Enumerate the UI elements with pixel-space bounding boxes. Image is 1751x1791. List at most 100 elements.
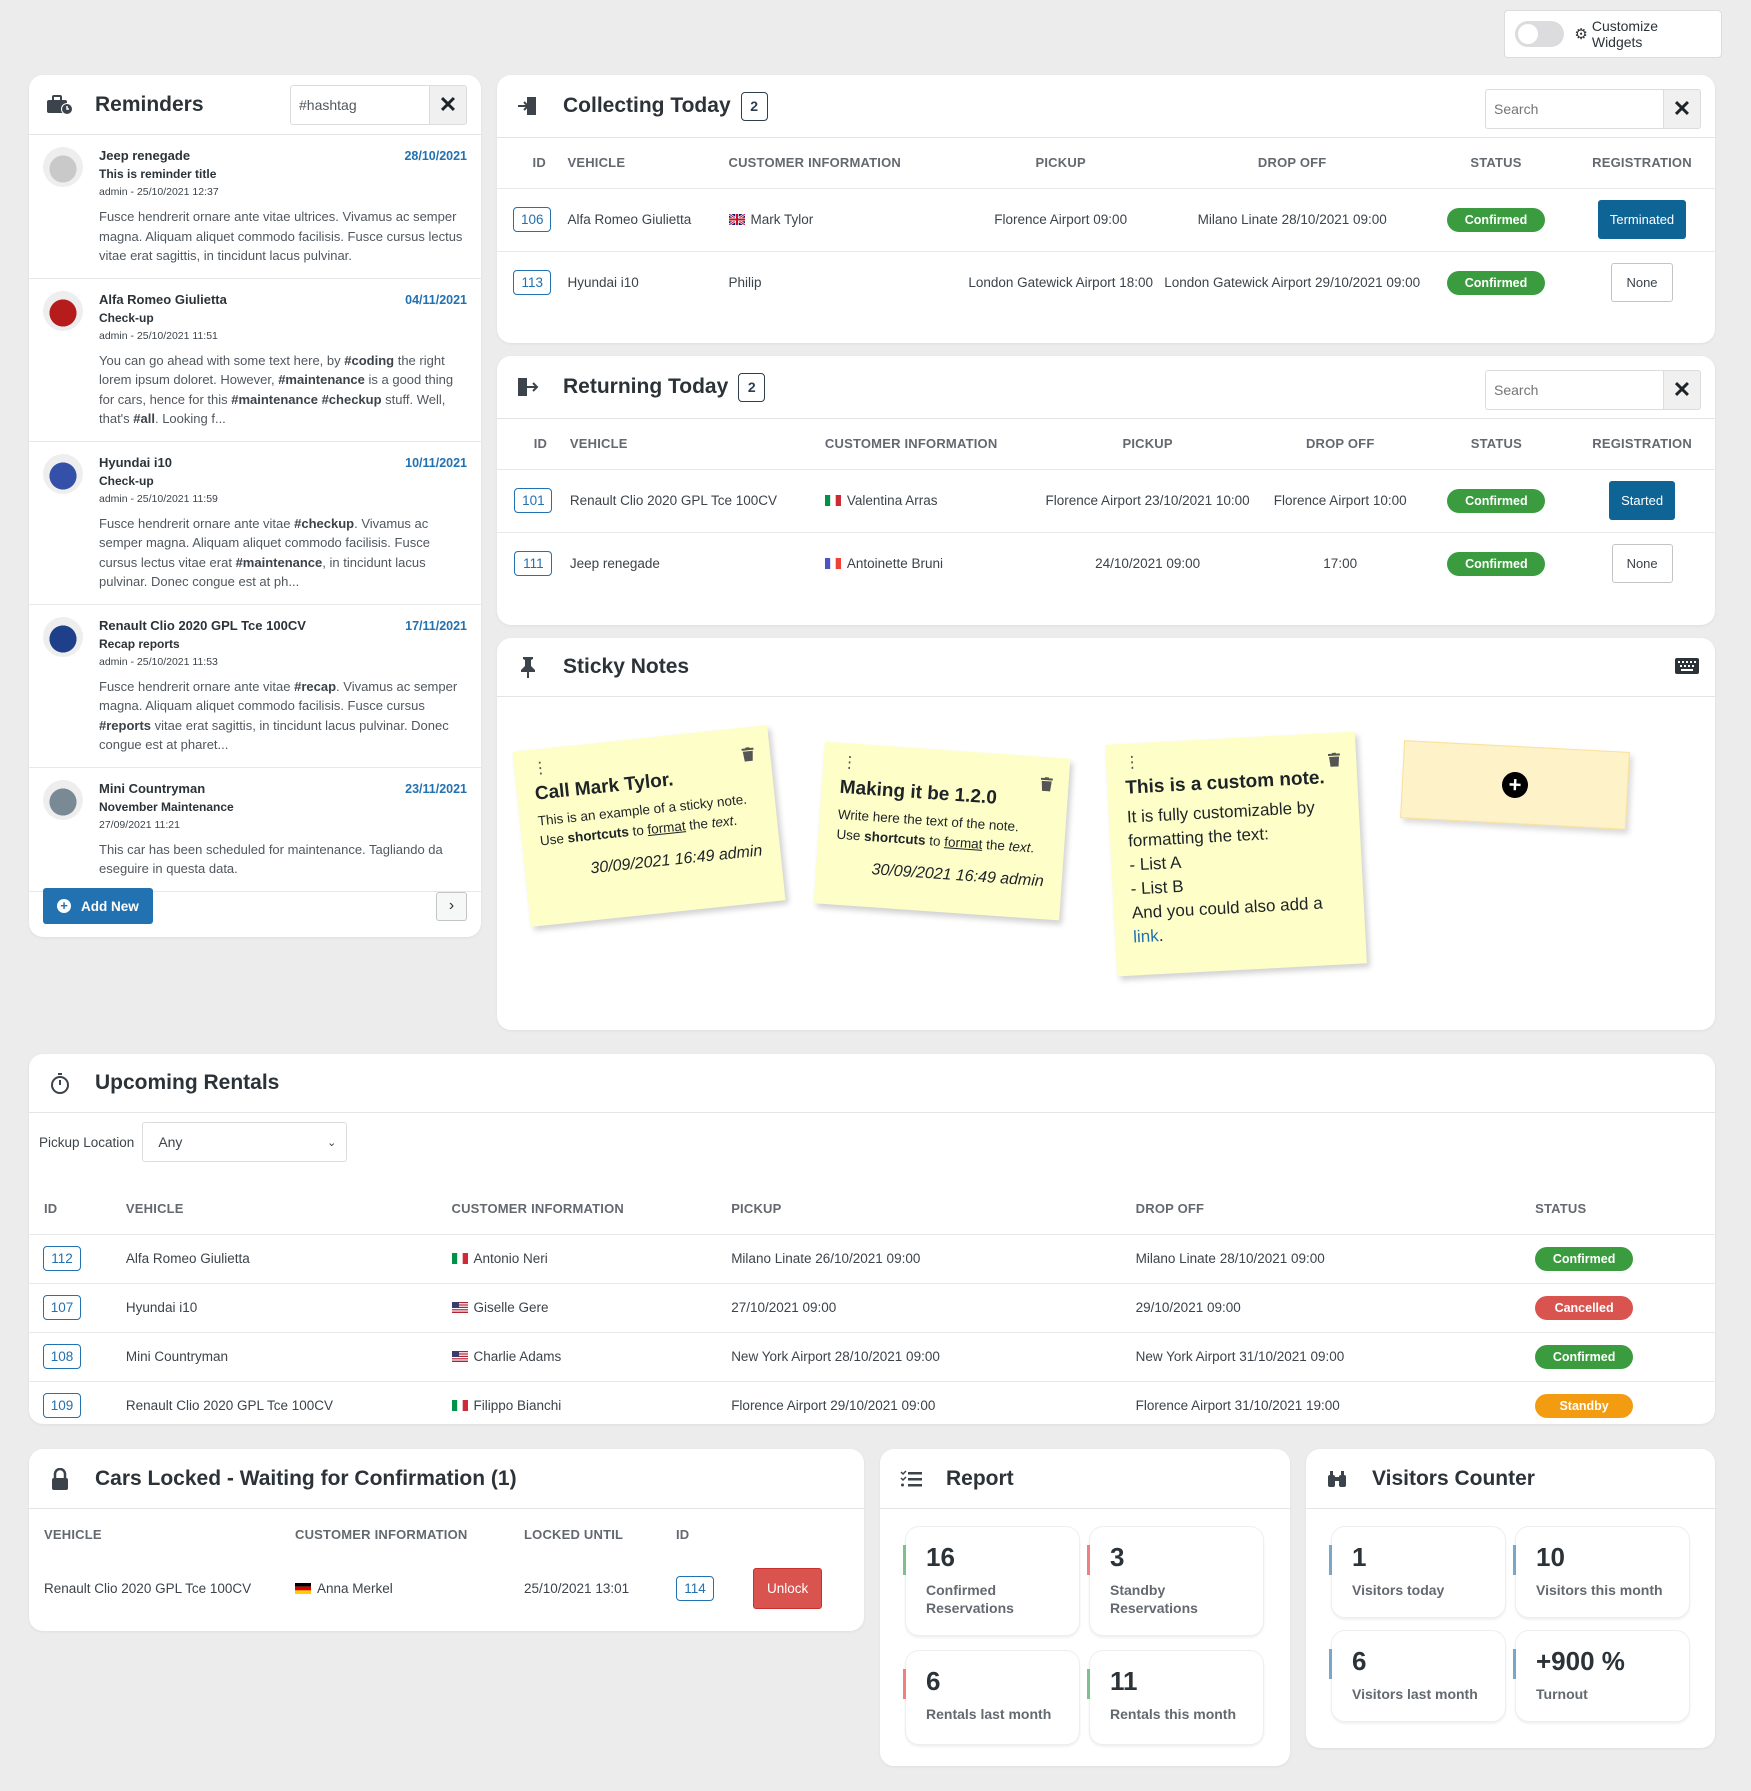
vehicle-avatar — [43, 147, 83, 187]
column-header: PICKUP — [731, 1184, 1136, 1235]
reminder-text: This car has been scheduled for maintena… — [99, 841, 443, 877]
drag-handle-icon[interactable]: ⋮ — [1124, 749, 1338, 772]
table-row[interactable]: 112 Alfa Romeo Giulietta Antonio Neri Milan… — [29, 1234, 1715, 1284]
trash-icon[interactable] — [1327, 752, 1341, 767]
plus-circle-icon: + — [57, 899, 71, 913]
add-new-button[interactable]: + Add New — [43, 888, 153, 924]
vehicle-cell: Hyundai i10 — [567, 275, 639, 291]
customize-widgets-label[interactable]: Customize Widgets — [1592, 18, 1711, 50]
stat-card: 6 Visitors last month — [1329, 1630, 1506, 1722]
reminder-meta: admin - 25/10/2021 11:51 — [99, 329, 218, 342]
table-row[interactable]: 106 Alfa Romeo Giulietta Mark Tylor Florenc… — [497, 188, 1715, 252]
stat-card: 1 Visitors today — [1329, 1526, 1506, 1618]
table-row[interactable]: Renault Clio 2020 GPL Tce 100CV Anna Merk… — [29, 1559, 864, 1617]
report-header: Report — [880, 1449, 1290, 1509]
stat-card: 6 Rentals last month — [903, 1650, 1080, 1745]
customize-widgets-toggle[interactable] — [1515, 21, 1565, 47]
registration-button[interactable]: None — [1611, 263, 1673, 303]
booking-id-link[interactable]: 112 — [43, 1246, 81, 1271]
flag-italy-icon — [824, 495, 841, 506]
reminder-title: Check-up — [99, 473, 154, 488]
dropoff-cell: Florence Airport 31/10/2021 19:00 — [1135, 1398, 1340, 1414]
stat-label: Confirmed Reservations — [926, 1582, 1014, 1616]
sticky-note[interactable]: ⋮ Call Mark Tylor. This is an example of… — [512, 725, 786, 927]
table-row[interactable]: 101 Renault Clio 2020 GPL Tce 100CV Valent… — [497, 469, 1715, 533]
reminder-date: 04/11/2021 — [405, 292, 467, 307]
reminder-item[interactable]: 04/11/2021 Alfa Romeo Giulietta Check-up ad… — [29, 279, 481, 442]
column-header: LOCKED UNTIL — [524, 1526, 624, 1542]
trash-icon[interactable] — [1040, 777, 1053, 792]
collecting-search-input[interactable] — [1485, 89, 1663, 129]
cogs-icon: ⚙ — [1574, 26, 1588, 43]
dropoff-cell: 29/10/2021 09:00 — [1135, 1283, 1536, 1333]
pickup-location-select[interactable]: Any ⌄ — [142, 1122, 348, 1162]
sticky-note[interactable]: ⋮ Making it be 1.2.0 Write here the text… — [813, 741, 1071, 921]
unlock-button[interactable]: Unlock — [753, 1567, 823, 1609]
reminder-date: 10/11/2021 — [405, 455, 467, 470]
pickup-cell: Florence Airport 09:00 — [960, 188, 1162, 252]
reminder-title: This is reminder title — [99, 167, 217, 181]
chevron-right-icon: › — [448, 897, 455, 914]
column-header: PICKUP — [960, 138, 1162, 189]
stat-card: 10 Visitors this month — [1513, 1526, 1690, 1618]
booking-id-link[interactable]: 111 — [514, 551, 553, 577]
collecting-table: ID VEHICLE CUSTOMER INFORMATION PICKUP DROP … — [497, 138, 1715, 314]
visitors-header: Visitors Counter — [1306, 1449, 1715, 1509]
lock-icon — [47, 1466, 73, 1492]
keyboard-icon[interactable] — [1675, 658, 1699, 679]
upcoming-table: ID VEHICLE CUSTOMER INFORMATION PICKUP DROP … — [29, 1184, 1715, 1424]
reminders-clear-button[interactable]: ✕ — [429, 85, 467, 125]
registration-button[interactable]: None — [1611, 544, 1673, 584]
note-link[interactable]: link — [1133, 926, 1159, 946]
column-header: DROP OFF — [1135, 1184, 1536, 1235]
reminder-item[interactable]: 23/11/2021 Mini Countryman November Mainte… — [29, 768, 481, 892]
booking-id-link[interactable]: 108 — [43, 1344, 81, 1369]
registration-button[interactable]: Started — [1609, 481, 1676, 520]
dropoff-cell: Milano Linate 28/10/2021 09:00 — [1161, 188, 1424, 252]
booking-id-link[interactable]: 113 — [513, 270, 552, 296]
table-row[interactable]: 113 Hyundai i10 Philip London Gatewick Airp… — [497, 251, 1715, 314]
add-sticky-note-button[interactable]: + — [1400, 740, 1630, 830]
reminder-date: 23/11/2021 — [405, 781, 467, 796]
stat-value: 1 — [1352, 1542, 1367, 1572]
booking-id-link[interactable]: 101 — [514, 488, 553, 513]
locked-until-cell: 25/10/2021 13:01 — [524, 1580, 630, 1596]
reminders-search-input[interactable] — [290, 85, 429, 125]
table-row[interactable]: 107 Hyundai i10 Giselle Gere 27/10/2021 09:… — [29, 1283, 1715, 1333]
vehicle-cell: Renault Clio 2020 GPL Tce 100CV — [569, 469, 825, 533]
add-new-label: Add New — [81, 898, 139, 914]
dropoff-cell: Milano Linate 28/10/2021 09:00 — [1135, 1234, 1536, 1284]
next-page-button[interactable]: › — [436, 891, 467, 921]
sticky-title: Sticky Notes — [563, 655, 690, 678]
booking-id-link[interactable]: 114 — [676, 1575, 714, 1601]
registration-button[interactable]: Terminated — [1597, 200, 1687, 239]
table-row[interactable]: 111 Jeep renegade Antoinette Bruni 24/10/20… — [497, 532, 1715, 595]
collecting-clear-button[interactable]: ✕ — [1663, 89, 1701, 129]
sticky-note[interactable]: ⋮ This is a custom note. It is fully cus… — [1105, 731, 1367, 977]
status-badge: Confirmed — [1447, 270, 1546, 295]
returning-clear-button[interactable]: ✕ — [1663, 370, 1701, 410]
vehicle-cell: Renault Clio 2020 GPL Tce 100CV — [44, 1580, 252, 1596]
column-header: STATUS — [1535, 1184, 1715, 1235]
returning-search-input[interactable] — [1485, 370, 1663, 410]
table-row[interactable]: 109 Renault Clio 2020 GPL Tce 100CV Filipp… — [29, 1381, 1715, 1424]
dropoff-cell: 17:00 — [1323, 556, 1358, 572]
reminders-header: Reminders ✕ — [29, 75, 481, 135]
booking-id-link[interactable]: 106 — [513, 207, 552, 232]
sticky-header: Sticky Notes — [497, 638, 1715, 697]
flag-france-icon — [824, 558, 841, 570]
column-header: DROP OFF — [1161, 138, 1424, 189]
customer-cell: Philip — [728, 275, 762, 291]
column-header: STATUS — [1423, 138, 1569, 189]
booking-id-link[interactable]: 109 — [43, 1393, 81, 1419]
reminder-item[interactable]: 17/11/2021 Renault Clio 2020 GPL Tce 100C… — [29, 605, 481, 768]
trash-icon[interactable] — [741, 747, 754, 762]
note-signature: 30/09/2021 16:49 admin — [589, 842, 764, 878]
reminder-item[interactable]: 10/11/2021 Hyundai i10 Check-up admin - 25/… — [29, 442, 481, 605]
status-badge: Standby — [1535, 1393, 1634, 1418]
reminder-item[interactable]: 28/10/2021 Jeep renegade This is reminder … — [29, 135, 481, 279]
returning-table: ID VEHICLE CUSTOMER INFORMATION PICKUP DROP … — [497, 419, 1715, 595]
table-row[interactable]: 108 Mini Countryman Charlie Adams New York … — [29, 1332, 1715, 1382]
pickup-cell: Florence Airport 23/10/2021 10:00 — [1038, 469, 1257, 533]
booking-id-link[interactable]: 107 — [43, 1295, 81, 1320]
